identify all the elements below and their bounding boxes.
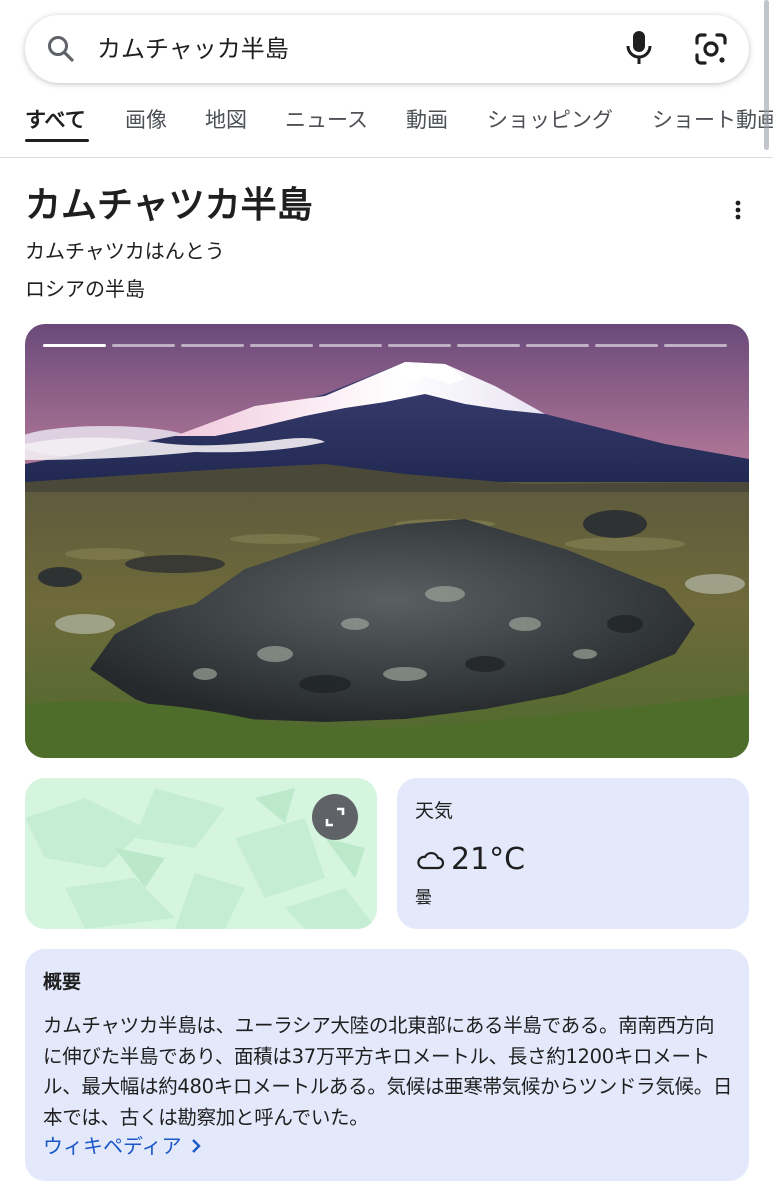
more-options-icon[interactable] bbox=[728, 198, 748, 224]
tab-maps[interactable]: 地図 bbox=[205, 106, 247, 134]
chevron-right-icon bbox=[191, 1139, 201, 1153]
tab-images[interactable]: 画像 bbox=[125, 106, 167, 134]
cloud-icon bbox=[417, 851, 445, 870]
map-card[interactable] bbox=[25, 778, 377, 929]
lens-icon[interactable] bbox=[693, 31, 729, 67]
search-query[interactable]: カムチャッカ半島 bbox=[97, 31, 289, 67]
wikipedia-link-label[interactable]: ウィキペディア bbox=[43, 1131, 182, 1161]
weather-title: 天気 bbox=[415, 800, 454, 822]
active-tab-indicator bbox=[25, 139, 89, 142]
tab-all[interactable]: すべて bbox=[25, 106, 86, 134]
hero-image[interactable] bbox=[25, 324, 749, 758]
overview-card: 概要 カムチャツカ半島は、ユーラシア大陸の北東部にある半島である。南南西方向に伸… bbox=[25, 949, 749, 1181]
panel-reading: カムチャツカはんとう bbox=[25, 239, 225, 263]
panel-title: カムチャツカ半島 bbox=[25, 185, 313, 226]
search-bar[interactable]: カムチャッカ半島 bbox=[25, 15, 749, 83]
weather-temperature: 21°C bbox=[451, 842, 526, 877]
expand-map-button[interactable] bbox=[312, 794, 358, 840]
search-icon[interactable] bbox=[45, 33, 77, 65]
panel-subtitle: ロシアの半島 bbox=[25, 277, 145, 301]
overview-title: 概要 bbox=[43, 971, 82, 993]
tab-short-videos[interactable]: ショート動画 bbox=[652, 106, 773, 134]
mic-icon[interactable] bbox=[623, 29, 655, 67]
tab-shopping[interactable]: ショッピング bbox=[487, 106, 613, 134]
tab-news[interactable]: ニュース bbox=[285, 106, 368, 134]
weather-condition: 曇 bbox=[415, 888, 432, 908]
expand-icon bbox=[325, 807, 345, 827]
overview-text: カムチャツカ半島は、ユーラシア大陸の北東部にある半島である。南南西方向に伸びた半… bbox=[43, 1014, 733, 1129]
tab-videos[interactable]: 動画 bbox=[406, 106, 448, 134]
weather-card[interactable]: 天気 21°C 曇 bbox=[397, 778, 749, 929]
wikipedia-link[interactable]: ウィキペディア bbox=[43, 1131, 202, 1161]
search-tabs: すべて 画像 地図 ニュース 動画 ショッピング ショート動画 bbox=[0, 96, 773, 158]
scrollbar[interactable] bbox=[764, 0, 769, 150]
